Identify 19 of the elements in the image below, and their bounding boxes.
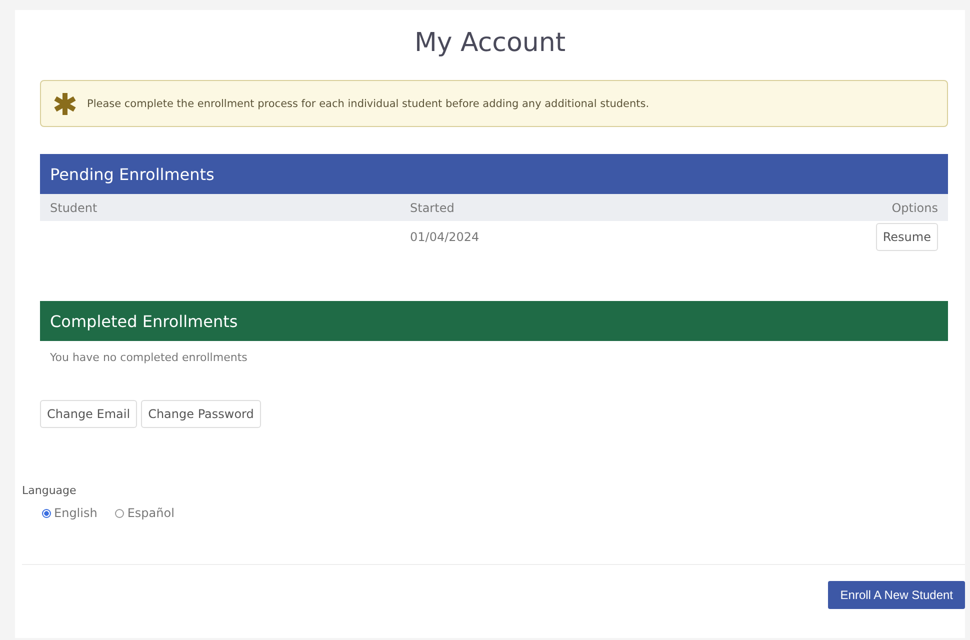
radio-button[interactable] xyxy=(115,508,124,518)
column-header: Student xyxy=(50,200,98,214)
radio-button[interactable] xyxy=(42,508,51,518)
account-button[interactable]: Change Password xyxy=(141,400,261,428)
section-header: Completed Enrollments xyxy=(40,301,948,341)
empty-message: You have no completed enrollments xyxy=(49,350,248,364)
language-option[interactable]: English xyxy=(42,506,98,520)
alert-text: Please complete the enrollment process for each individual student before adding any additional students. xyxy=(87,98,650,110)
language-option[interactable]: Español xyxy=(115,506,174,520)
column-header: Options xyxy=(890,200,938,214)
column-header: Started xyxy=(410,200,456,214)
language-label: Language xyxy=(22,484,78,497)
page-title: My Account xyxy=(413,28,567,58)
enroll-button[interactable]: Enroll A New Student xyxy=(828,581,965,609)
account-button[interactable]: Change Email xyxy=(40,400,138,428)
asterisk-icon xyxy=(53,92,77,116)
table-cell-text: 01/04/2024 xyxy=(410,230,480,244)
resume-button[interactable]: Resume xyxy=(876,223,938,251)
section-header: Pending Enrollments xyxy=(40,154,948,194)
